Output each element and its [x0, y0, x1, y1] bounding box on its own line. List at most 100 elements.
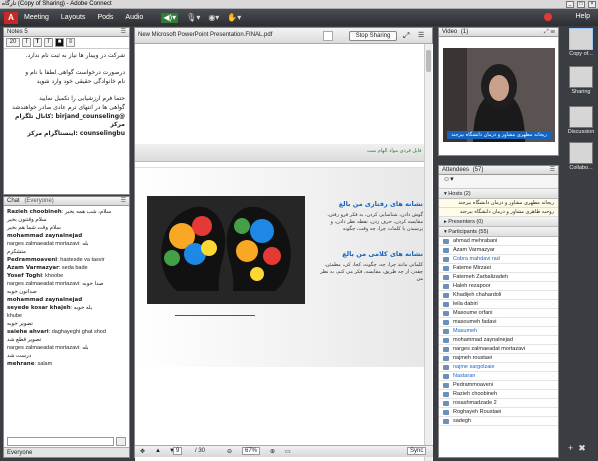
text-color-icon[interactable]: ■	[55, 38, 64, 47]
participant-row[interactable]: Fateme Mirzaei	[439, 264, 558, 273]
participants-section-header[interactable]: ▾ Participants (55)	[439, 227, 558, 237]
pod-menu-icon[interactable]: ☰	[121, 28, 126, 37]
attendees-count: (57)	[472, 167, 484, 173]
menu-layouts[interactable]: Layouts	[61, 14, 86, 21]
bold-icon[interactable]: T	[33, 38, 42, 47]
speaker-icon[interactable]: ◀)▾	[161, 12, 179, 23]
participant-name: Fatemeh Zarbalizadeh	[453, 274, 509, 280]
participant-row[interactable]: Nastaran	[439, 372, 558, 381]
menu-meeting[interactable]: Meeting	[24, 14, 49, 21]
participant-name: Masumeh	[453, 328, 478, 334]
send-message-icon[interactable]	[116, 437, 126, 446]
participant-row[interactable]: Khadijeh chahardoli	[439, 291, 558, 300]
manage-layouts-icon[interactable]: ✖	[578, 443, 586, 454]
add-layout-icon[interactable]: +	[568, 443, 573, 454]
layout-thumbnail	[569, 106, 593, 128]
participant-row[interactable]: najme sargolzaie	[439, 363, 558, 372]
fit-page-icon[interactable]: ▭	[285, 448, 291, 455]
page-number-input[interactable]: 9	[173, 447, 183, 455]
bullet-list-icon[interactable]: ≡	[66, 38, 75, 47]
sync-toggle-icon[interactable]	[323, 31, 333, 41]
participant-row[interactable]: Razieh choobineh	[439, 390, 558, 399]
pod-menu-icon[interactable]: ☰	[418, 31, 428, 41]
vertical-scrollbar[interactable]	[424, 44, 432, 461]
menu-help[interactable]: Help	[576, 13, 590, 20]
chat-pod: Chat (Everyone) ☰ Razieh choobineh: سلام…	[3, 196, 130, 458]
zoom-select[interactable]: 67%	[242, 447, 261, 455]
attendees-title: Attendees	[442, 167, 470, 173]
host-row[interactable]: ریحانه مطهری مشاور و درمان دانشگاه بیرجن…	[439, 199, 558, 208]
host-row[interactable]: روحیه طاهری مشاور و درمان دانشگاه بیرجند	[439, 208, 558, 217]
layout-collaboration[interactable]: Collabo...	[567, 142, 595, 171]
microphone-icon[interactable]: 🎙▾	[186, 13, 200, 23]
chat-message: صداتون خوبه	[4, 288, 129, 296]
participant-row[interactable]: Azam Varmazyar	[439, 246, 558, 255]
participant-row[interactable]: Roghayeh Roustaei	[439, 408, 558, 417]
text-format-icon[interactable]: T	[22, 38, 31, 47]
chat-text: تصویر قطع شد	[7, 337, 42, 343]
pod-menu-icon[interactable]: ⤢ ☰	[544, 28, 555, 37]
pod-menu-icon[interactable]: ☰	[121, 197, 126, 206]
notes-line: حتما فرم ارزشیابی را تکمیل نمایید	[38, 95, 125, 102]
chat-tab-everyone[interactable]: Everyone	[4, 447, 129, 457]
hosts-section-header[interactable]: ▾ Hosts (2)	[439, 189, 558, 199]
share-pod-header: New Microsoft PowerPoint Presentation.FI…	[135, 28, 432, 44]
italic-icon[interactable]: T	[44, 38, 53, 47]
participants-list: ahmad mehrabani Azam Varmazyar Cobra mahda…	[439, 237, 558, 426]
close-button[interactable]: ×	[588, 1, 596, 8]
document-viewer[interactable]: فایل فردی مواد الهام ست نشانه های رفتاری…	[135, 44, 433, 461]
participant-name: masoumeh fadavi	[453, 319, 497, 325]
move-icon[interactable]: ✥	[140, 448, 145, 455]
attendees-toolbar: ☺▾	[439, 175, 558, 189]
minimize-button[interactable]: _	[566, 1, 574, 8]
layout-copy-of-sharing[interactable]: Copy of...	[567, 28, 595, 57]
participant-row[interactable]: ahmad mehrabani	[439, 237, 558, 246]
fullscreen-icon[interactable]: ⤢	[403, 31, 413, 41]
participant-row[interactable]: Masumeh	[439, 327, 558, 336]
chat-message: saiehe ahvari: daghayeghi ghat shod	[7, 329, 106, 335]
notes-content[interactable]: شرکت در وبینار ها نیاز به ثبت نام ندارد.…	[4, 49, 129, 142]
participant-row[interactable]: masoumeh fadavi	[439, 318, 558, 327]
sync-button[interactable]: Sync	[407, 447, 427, 455]
notes-line: نام خانوادگی حقیقی خود وارد شوید	[36, 78, 125, 85]
participant-row[interactable]: Masoume orfani	[439, 309, 558, 318]
chat-input[interactable]	[7, 437, 114, 446]
webcam-icon[interactable]: ◉▾	[208, 13, 219, 23]
slide-banner: فایل فردی مواد الهام ست	[135, 144, 425, 162]
previous-page-icon[interactable]: ▲	[155, 448, 161, 454]
participant-row[interactable]: sadegh	[439, 417, 558, 426]
participant-row[interactable]: Fatemeh Zarbalizadeh	[439, 273, 558, 282]
participant-name: narges zalmaeadat mortazavi	[453, 346, 526, 352]
participant-name: ahmad mehrabani	[453, 238, 498, 244]
zoom-in-icon[interactable]: ⊕	[270, 448, 275, 455]
participant-icon	[443, 248, 449, 253]
participant-row[interactable]: Haleh rezapoor	[439, 282, 558, 291]
chat-text: narges zalmaeadat mortazavi: بله	[7, 241, 89, 247]
presenters-section-header[interactable]: ▸ Presenters (0)	[439, 217, 558, 227]
menu-pods[interactable]: Pods	[97, 14, 113, 21]
chat-message: درست شد	[4, 352, 129, 360]
participant-row[interactable]: mohammad zaynalnejad	[439, 336, 558, 345]
participant-row[interactable]: leila dabiri	[439, 300, 558, 309]
pod-menu-icon[interactable]: ☰	[550, 166, 555, 175]
participant-name: Razieh choobineh	[453, 391, 498, 397]
participant-row[interactable]: narges zalmaeadat mortazavi	[439, 345, 558, 354]
zoom-out-icon[interactable]: ⊖	[227, 448, 232, 455]
participant-row[interactable]: rosashmadzade 2	[439, 399, 558, 408]
participant-row[interactable]: najmeh roustaei	[439, 354, 558, 363]
raise-hand-icon[interactable]: ✋▾	[227, 13, 241, 23]
participant-row[interactable]: Cobra mahdavi rad	[439, 255, 558, 264]
current-slide: نشانه های رفتاری من بالغ گوش دادن، شناسا…	[135, 167, 425, 367]
webcam-video: ریحانه مطهری مشاور و درمان دانشگاه بیرجن…	[443, 48, 555, 142]
record-indicator-icon[interactable]	[544, 13, 552, 21]
chat-text: سلام، شب همه بخیر	[64, 209, 112, 215]
participant-row[interactable]: Pedrammoaveni	[439, 381, 558, 390]
font-size-select[interactable]: 20	[6, 38, 20, 47]
menu-audio[interactable]: Audio	[125, 14, 143, 21]
layout-sharing[interactable]: Sharing	[567, 66, 595, 95]
layout-discussion[interactable]: Discussion	[567, 106, 595, 135]
status-icon[interactable]: ☺▾	[443, 176, 454, 183]
scrollbar-thumb[interactable]	[426, 50, 431, 72]
stop-sharing-button[interactable]: Stop Sharing	[349, 31, 397, 41]
maximize-button[interactable]: □	[577, 1, 585, 8]
